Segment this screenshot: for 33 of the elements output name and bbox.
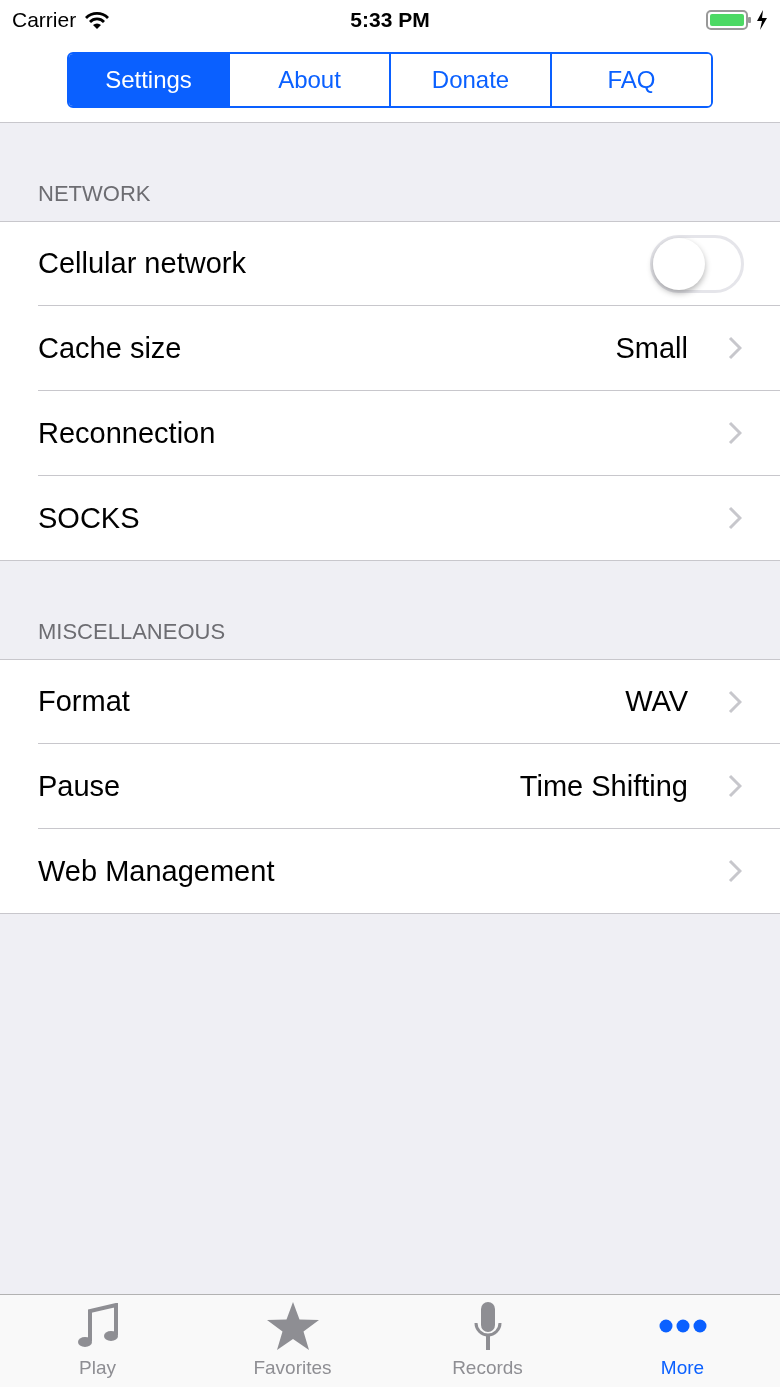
tab-bar-item[interactable]: Play [0,1295,195,1387]
carrier-name: Carrier [12,8,77,32]
row-label: Cellular network [38,247,247,280]
chevron-icon [728,774,742,798]
chevron-icon [728,689,742,714]
row-label: Reconnection [38,416,217,450]
chevron-icon [728,421,742,445]
section-header: NETWORK [37,181,152,208]
wifi-icon [84,10,111,30]
microphone-icon [472,1301,503,1351]
clock-time: 5:33 PM [350,8,430,32]
row-label: Web Management [38,854,276,888]
tab-bar-item[interactable]: Records [390,1295,585,1387]
row-value: Time Shifting [519,769,688,803]
music-note-icon [75,1303,120,1349]
segment-tab[interactable]: FAQ [550,54,711,106]
row-label: Format [38,685,131,718]
star-icon [265,1301,320,1351]
row-value: WAV [625,685,688,718]
tab-bar-item[interactable]: Favorites [195,1295,390,1387]
chevron-icon [728,859,742,883]
chevron-icon [728,506,742,530]
section-header: MISCELLANEOUS [37,619,227,646]
battery-icon [706,10,752,30]
row-label: Cache size [38,331,183,365]
tab-bar-item[interactable]: More [585,1295,780,1387]
toggle-switch[interactable] [650,234,744,293]
chevron-icon [728,336,742,360]
row-label: SOCKS [38,501,141,535]
row-value: Small [615,331,688,365]
row-label: Pause [38,769,122,803]
more-icon [658,1319,707,1333]
segment-tab[interactable]: Settings [69,54,228,106]
